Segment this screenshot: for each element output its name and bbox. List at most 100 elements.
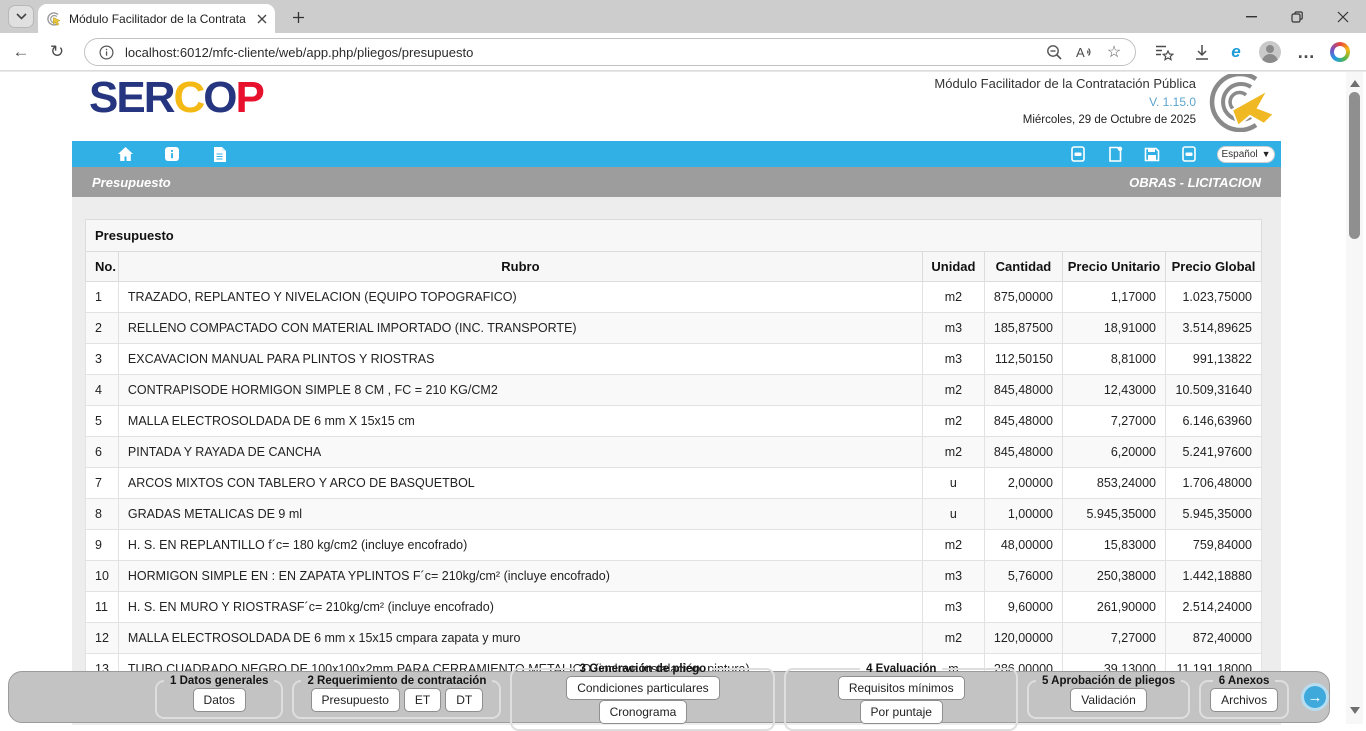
column-header-1: Rubro xyxy=(118,252,922,282)
cell-precio-global: 1.023,75000 xyxy=(1166,282,1262,313)
cell-precio-global: 991,13822 xyxy=(1166,344,1262,375)
table-row: 11H. S. EN MURO Y RIOSTRASF´c= 210kg/cm²… xyxy=(86,592,1262,623)
cell-cantidad: 5,76000 xyxy=(984,561,1062,592)
cell-precio-global: 759,84000 xyxy=(1166,530,1262,561)
document-new-icon[interactable] xyxy=(1106,145,1124,163)
save-ushay-icon[interactable] xyxy=(1143,145,1161,163)
favorite-star-icon[interactable]: ☆ xyxy=(1103,41,1125,63)
cell-unidad: m3 xyxy=(922,344,984,375)
cell-cantidad: 185,87500 xyxy=(984,313,1062,344)
cell-precio-unitario: 7,27000 xyxy=(1063,406,1166,437)
tab-search-button[interactable] xyxy=(8,5,34,28)
footer-button-requisitos-mínimos[interactable]: Requisitos mínimos xyxy=(838,676,965,700)
cell-precio-unitario: 7,27000 xyxy=(1063,623,1166,654)
copilot-icon[interactable] xyxy=(1328,40,1352,64)
vertical-scrollbar[interactable] xyxy=(1346,72,1363,724)
language-value: Español xyxy=(1221,149,1257,160)
presupuesto-panel: Presupuesto No.RubroUnidadCantidadPrecio… xyxy=(85,219,1262,685)
app-version[interactable]: V. 1.15.0 xyxy=(934,95,1196,109)
zoom-icon[interactable] xyxy=(1043,41,1065,63)
table-row: 3EXCAVACION MANUAL PARA PLINTOS Y RIOSTR… xyxy=(86,344,1262,375)
language-select[interactable]: Español ▼ xyxy=(1217,146,1275,163)
profile-avatar[interactable] xyxy=(1258,40,1282,64)
pdf-view-icon[interactable] xyxy=(1180,145,1198,163)
next-button[interactable]: → xyxy=(1301,683,1329,711)
tab-close-icon[interactable] xyxy=(257,14,267,24)
app-title: Módulo Facilitador de la Contratación Pú… xyxy=(934,76,1196,91)
cell-no: 1 xyxy=(86,282,119,313)
cell-unidad: m3 xyxy=(922,313,984,344)
cell-unidad: m2 xyxy=(922,437,984,468)
logo-text-c: C xyxy=(173,73,203,122)
url-field[interactable]: localhost:6012/mfc-cliente/web/app.php/p… xyxy=(84,38,1136,66)
footer-button-cronograma[interactable]: Cronograma xyxy=(599,700,688,724)
footer-group-6: 6 AnexosArchivos xyxy=(1199,675,1289,719)
footer-group-1: 1 Datos generalesDatos xyxy=(155,675,283,719)
site-info-icon[interactable] xyxy=(95,41,117,63)
process-type-label: OBRAS - LICITACION xyxy=(1129,175,1261,190)
cell-precio-global: 5.945,35000 xyxy=(1166,499,1262,530)
new-tab-button[interactable] xyxy=(287,6,309,28)
footer-button-datos[interactable]: Datos xyxy=(193,688,246,712)
document-icon[interactable] xyxy=(210,145,228,163)
info-icon[interactable] xyxy=(163,145,181,163)
pdf-export-icon[interactable] xyxy=(1069,145,1087,163)
footer-button-presupuesto[interactable]: Presupuesto xyxy=(311,688,400,712)
cell-unidad: u xyxy=(922,499,984,530)
read-aloud-icon[interactable]: A xyxy=(1073,41,1095,63)
column-header-5: Precio Global xyxy=(1166,252,1262,282)
favorites-list-icon[interactable] xyxy=(1152,40,1176,64)
restore-icon[interactable] xyxy=(1274,0,1320,33)
footer-nav: 1 Datos generalesDatos2 Requerimiento de… xyxy=(8,671,1330,723)
footer-group-legend: 3 Generación de pliego xyxy=(574,663,713,675)
cell-rubro: TRAZADO, REPLANTEO Y NIVELACION (EQUIPO … xyxy=(118,282,922,313)
more-menu-icon[interactable]: … xyxy=(1294,40,1318,64)
footer-button-por-puntaje[interactable]: Por puntaje xyxy=(860,700,943,724)
cell-rubro: ARCOS MIXTOS CON TABLERO Y ARCO DE BASQU… xyxy=(118,468,922,499)
cell-unidad: m2 xyxy=(922,406,984,437)
scroll-thumb[interactable] xyxy=(1349,92,1360,239)
footer-button-archivos[interactable]: Archivos xyxy=(1210,688,1278,712)
cell-precio-unitario: 12,43000 xyxy=(1063,375,1166,406)
cell-rubro: GRADAS METALICAS DE 9 ml xyxy=(118,499,922,530)
table-row: 10HORMIGON SIMPLE EN : EN ZAPATA YPLINTO… xyxy=(86,561,1262,592)
cell-unidad: m2 xyxy=(922,282,984,313)
main-navbar: Español ▼ xyxy=(72,141,1281,167)
back-icon[interactable]: ← xyxy=(10,41,32,63)
ie-mode-icon[interactable]: e xyxy=(1224,40,1248,64)
table-row: 4CONTRAPISODE HORMIGON SIMPLE 8 CM , FC … xyxy=(86,375,1262,406)
chevron-down-icon: ▼ xyxy=(1262,149,1271,159)
footer-button-condiciones-particulares[interactable]: Condiciones particulares xyxy=(566,676,719,700)
home-icon[interactable] xyxy=(116,145,134,163)
cell-precio-global: 1.706,48000 xyxy=(1166,468,1262,499)
table-row: 8GRADAS METALICAS DE 9 mlu1,000005.945,3… xyxy=(86,499,1262,530)
refresh-icon[interactable]: ↻ xyxy=(46,41,68,63)
svg-text:A: A xyxy=(1076,45,1085,60)
cell-unidad: m2 xyxy=(922,530,984,561)
window-controls xyxy=(1228,0,1366,33)
browser-tab[interactable]: Módulo Facilitador de la Contrata xyxy=(38,4,275,33)
url-text[interactable]: localhost:6012/mfc-cliente/web/app.php/p… xyxy=(125,45,1035,60)
footer-button-validación[interactable]: Validación xyxy=(1070,688,1146,712)
cell-cantidad: 845,48000 xyxy=(984,375,1062,406)
cell-rubro: H. S. EN REPLANTILLO f´c= 180 kg/cm2 (in… xyxy=(118,530,922,561)
scroll-up-icon[interactable] xyxy=(1350,80,1360,87)
close-icon[interactable] xyxy=(1320,0,1366,33)
cell-unidad: m3 xyxy=(922,561,984,592)
download-icon[interactable] xyxy=(1190,40,1214,64)
table-row: 12MALLA ELECTROSOLDADA DE 6 mm x 15x15 c… xyxy=(86,623,1262,654)
column-header-0: No. xyxy=(86,252,119,282)
cell-precio-global: 872,40000 xyxy=(1166,623,1262,654)
scroll-down-icon[interactable] xyxy=(1350,707,1360,714)
logo-text-p: P xyxy=(236,73,263,122)
footer-group-3: 3 Generación de pliegoCondiciones partic… xyxy=(510,663,775,731)
cell-precio-unitario: 1,17000 xyxy=(1063,282,1166,313)
cell-rubro: CONTRAPISODE HORMIGON SIMPLE 8 CM , FC =… xyxy=(118,375,922,406)
minimize-icon[interactable] xyxy=(1228,0,1274,33)
cell-unidad: m2 xyxy=(922,375,984,406)
cell-no: 10 xyxy=(86,561,119,592)
cell-precio-unitario: 250,38000 xyxy=(1063,561,1166,592)
footer-button-dt[interactable]: DT xyxy=(445,688,483,712)
cell-no: 12 xyxy=(86,623,119,654)
footer-button-et[interactable]: ET xyxy=(404,688,441,712)
